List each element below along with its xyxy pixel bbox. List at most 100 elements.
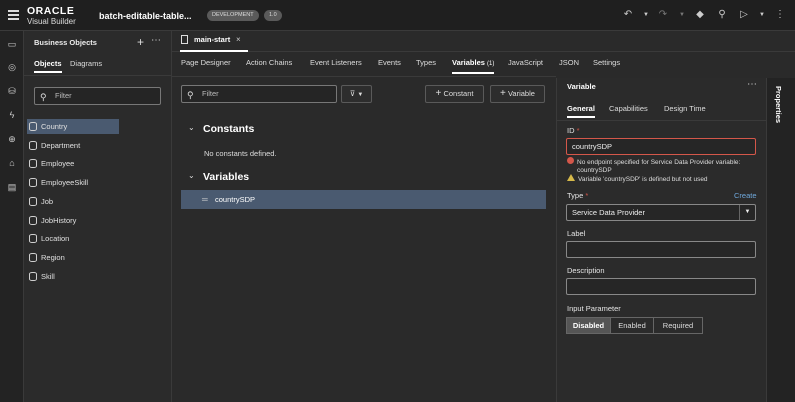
variables-filter-input[interactable]: ⚲ Filter xyxy=(181,85,337,103)
layouts-icon[interactable]: ⌂ xyxy=(6,157,18,169)
components-icon[interactable]: ⊕ xyxy=(6,133,18,145)
type-select[interactable]: Service Data Provider ▼ xyxy=(566,204,756,221)
chevron-down-icon: ▼ xyxy=(357,92,364,98)
input-parameter-label: Input Parameter xyxy=(567,304,621,313)
database-icon xyxy=(29,122,37,131)
file-tab-main-start[interactable]: main-start xyxy=(194,35,230,44)
tab-variables-label: Variables xyxy=(452,58,485,67)
tab-diagrams[interactable]: Diagrams xyxy=(70,59,102,68)
redo-icon[interactable]: ↷ xyxy=(657,9,669,21)
search-icon: ⚲ xyxy=(187,90,194,100)
source-icon[interactable]: ▤ xyxy=(6,181,18,193)
business-objects-icon[interactable]: ⛁ xyxy=(6,85,18,97)
app-name[interactable]: batch-editable-table... xyxy=(99,11,192,21)
list-item-country[interactable]: Country xyxy=(27,119,119,134)
database-icon xyxy=(29,141,37,150)
redo-dropdown-icon[interactable]: ▼ xyxy=(676,9,688,21)
tab-events[interactable]: Events xyxy=(378,58,401,67)
properties-side-label: Properties xyxy=(774,86,783,124)
tab-page-designer[interactable]: Page Designer xyxy=(181,58,231,67)
web-apps-icon[interactable]: ▭ xyxy=(6,38,18,50)
create-type-link[interactable]: Create xyxy=(734,191,757,200)
git-icon[interactable]: ◆ xyxy=(694,9,706,21)
filter-type-dropdown[interactable]: ⊽ ▼ xyxy=(341,85,372,103)
label-field[interactable] xyxy=(566,241,756,258)
database-icon xyxy=(29,197,37,206)
required-asterisk: * xyxy=(576,126,580,135)
variable-name: countrySDP xyxy=(215,195,256,204)
type-label: Type * xyxy=(567,191,588,200)
tab-variables[interactable]: Variables (1) xyxy=(452,58,494,67)
list-item-region[interactable]: Region xyxy=(27,250,119,265)
close-tab-icon[interactable]: × xyxy=(236,35,241,44)
add-constant-button[interactable]: + Constant xyxy=(425,85,484,103)
tab-action-chains[interactable]: Action Chains xyxy=(246,58,292,67)
list-item-label: Department xyxy=(41,141,81,150)
more-options-icon[interactable]: ⋯ xyxy=(747,79,757,90)
more-menu-icon[interactable]: ⋮ xyxy=(774,9,786,21)
list-item-job[interactable]: Job xyxy=(27,194,119,209)
tab-settings[interactable]: Settings xyxy=(593,58,620,67)
tab-capabilities[interactable]: Capabilities xyxy=(609,104,648,113)
error-icon xyxy=(567,157,574,164)
chevron-down-icon[interactable]: ⌄ xyxy=(188,123,195,132)
more-options-icon[interactable]: ⋯ xyxy=(151,35,161,46)
list-item-label: Location xyxy=(41,234,70,243)
database-icon xyxy=(29,272,37,281)
warning-message: Variable 'countrySDP' is defined but not… xyxy=(567,174,762,184)
list-item-skill[interactable]: Skill xyxy=(27,269,119,284)
oracle-logo: ORACLE xyxy=(27,5,75,17)
variable-row[interactable]: ═ countrySDP xyxy=(181,190,546,209)
tab-javascript[interactable]: JavaScript xyxy=(508,58,543,67)
list-item-label: EmployeeSkill xyxy=(41,178,89,187)
undo-dropdown-icon[interactable]: ▼ xyxy=(640,9,652,21)
editor-tab-bar: main-start × xyxy=(172,31,795,52)
list-item-location[interactable]: Location xyxy=(27,231,119,246)
list-item-label: Skill xyxy=(41,272,55,281)
processes-icon[interactable]: ϟ xyxy=(6,109,18,121)
input-parameter-required[interactable]: Required xyxy=(653,317,703,334)
input-parameter-disabled[interactable]: Disabled xyxy=(566,317,611,334)
tab-event-listeners[interactable]: Event Listeners xyxy=(310,58,362,67)
empty-state-text: No constants defined. xyxy=(204,149,277,158)
list-item-jobhistory[interactable]: JobHistory xyxy=(27,213,119,228)
divider xyxy=(172,76,556,77)
run-dropdown-icon[interactable]: ▼ xyxy=(756,9,768,21)
run-icon[interactable]: ▷ xyxy=(738,9,750,21)
add-icon[interactable]: + xyxy=(137,35,144,49)
add-constant-label: Constant xyxy=(443,89,474,98)
tab-general[interactable]: General xyxy=(567,104,595,113)
id-label: ID * xyxy=(567,126,580,135)
list-item-employeeskill[interactable]: EmployeeSkill xyxy=(27,175,119,190)
description-field[interactable] xyxy=(566,278,756,295)
id-label-text: ID xyxy=(567,126,575,135)
filter-icon: ⊽ xyxy=(349,89,356,98)
undo-icon[interactable]: ↶ xyxy=(622,9,634,21)
list-item-label: Job xyxy=(41,197,54,206)
tab-objects[interactable]: Objects xyxy=(34,59,62,68)
add-variable-button[interactable]: + Variable xyxy=(490,85,545,103)
tab-design-time[interactable]: Design Time xyxy=(664,104,706,113)
hamburger-menu-icon[interactable] xyxy=(8,10,19,20)
services-icon[interactable]: ◎ xyxy=(6,61,18,73)
database-icon xyxy=(29,234,37,243)
divider xyxy=(24,75,172,76)
input-parameter-enabled[interactable]: Enabled xyxy=(610,317,654,334)
bo-filter-input[interactable]: ⚲ Filter xyxy=(34,87,161,105)
list-item-department[interactable]: Department xyxy=(27,138,119,153)
tab-types[interactable]: Types xyxy=(416,58,436,67)
plus-icon: + xyxy=(435,88,442,99)
variables-heading: Variables xyxy=(203,171,250,183)
list-item-employee[interactable]: Employee xyxy=(27,156,119,171)
warning-message-text: Variable 'countrySDP' is defined but not… xyxy=(578,176,708,183)
chevron-down-icon[interactable]: ⌄ xyxy=(188,171,195,180)
search-icon[interactable]: ⚲ xyxy=(716,9,728,21)
list-item-label: Region xyxy=(41,253,65,262)
id-field[interactable]: countrySDP xyxy=(566,138,756,155)
filter-placeholder: Filter xyxy=(202,89,219,98)
version-badge: 1.0 xyxy=(264,10,282,21)
tab-json[interactable]: JSON xyxy=(559,58,579,67)
properties-side-strip[interactable]: Properties xyxy=(766,78,795,402)
tab-variables-count: (1) xyxy=(487,61,495,67)
error-message-line1: No endpoint specified for Service Data P… xyxy=(577,159,741,166)
